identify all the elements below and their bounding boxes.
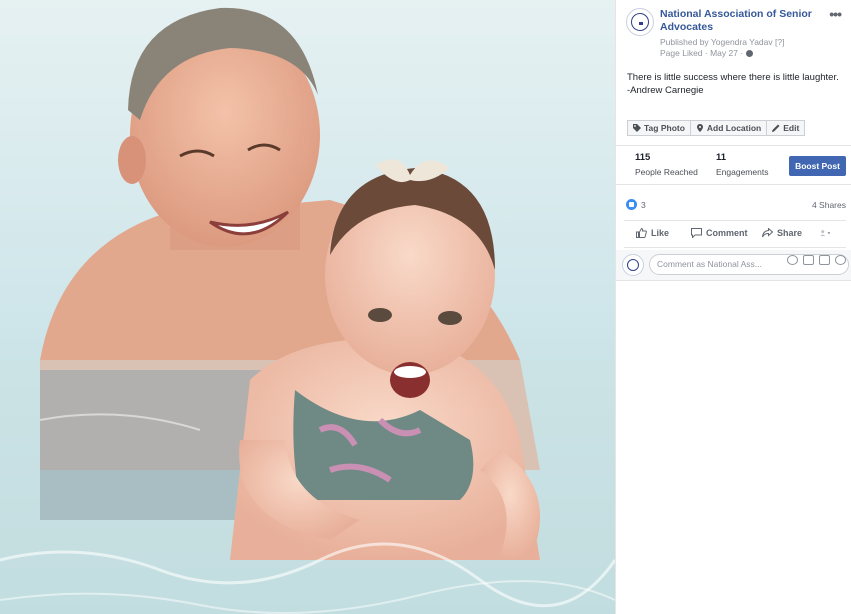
caption-line-2: -Andrew Carnegie xyxy=(627,85,704,96)
published-by: Published by Yogendra Yadav [?] xyxy=(660,37,785,47)
comment-button[interactable]: Comment xyxy=(691,228,748,238)
comment-label: Comment xyxy=(706,228,748,238)
engagements-value: 11 xyxy=(716,152,727,163)
comment-composer: Comment as National Ass... xyxy=(616,250,851,281)
tag-icon xyxy=(633,124,641,132)
comment-icon xyxy=(691,228,702,238)
post-insights: 115 People Reached 11 Engagements Boost … xyxy=(616,145,851,185)
people-reached-value: 115 xyxy=(635,152,651,163)
gif-icon[interactable] xyxy=(819,255,830,265)
reactions-summary: 3 4 Shares xyxy=(626,198,846,214)
post-photo[interactable] xyxy=(0,0,615,614)
more-options-button[interactable]: ••• xyxy=(829,7,842,21)
emoji-icon[interactable] xyxy=(787,255,798,265)
photo-actions: Tag Photo Add Location Edit xyxy=(627,120,806,136)
engagements-label: Engagements xyxy=(716,167,769,177)
like-button[interactable]: Like xyxy=(636,228,669,238)
comment-tools xyxy=(787,255,846,265)
audience-chevron-down-icon xyxy=(820,230,831,237)
sticker-icon[interactable] xyxy=(835,255,846,265)
engagements-stat[interactable]: 11 Engagements xyxy=(716,152,768,177)
shares-count[interactable]: 4 Shares xyxy=(812,200,846,210)
pencil-icon xyxy=(772,124,780,132)
camera-icon[interactable] xyxy=(803,255,814,265)
edit-button[interactable]: Edit xyxy=(767,120,806,136)
page-logo-icon xyxy=(631,13,649,31)
like-label: Like xyxy=(651,228,670,238)
action-bar: Like Comment Share xyxy=(624,220,846,248)
commenter-avatar[interactable] xyxy=(622,254,644,276)
page-avatar[interactable] xyxy=(626,8,654,36)
reaction-count[interactable]: 3 xyxy=(641,200,646,210)
share-label: Share xyxy=(777,228,803,238)
add-location-label: Add Location xyxy=(706,123,762,133)
location-pin-icon xyxy=(696,124,703,132)
post-meta: Page Liked · May 27 · xyxy=(660,48,754,59)
like-reaction-icon[interactable] xyxy=(626,199,637,210)
add-location-button[interactable]: Add Location xyxy=(690,120,768,136)
pool-photo-illustration xyxy=(0,0,615,614)
globe-icon[interactable] xyxy=(746,50,754,57)
share-button[interactable]: Share xyxy=(762,228,802,238)
tag-photo-button[interactable]: Tag Photo xyxy=(627,120,691,136)
boost-post-button[interactable]: Boost Post xyxy=(789,156,846,176)
thumbs-up-icon xyxy=(636,228,647,238)
post-header: National Association of Senior Advocates… xyxy=(626,7,845,60)
page-liked-date[interactable]: Page Liked · May 27 · xyxy=(660,48,743,58)
caption-line-1: There is little success where there is l… xyxy=(627,72,839,83)
post-sidebar: National Association of Senior Advocates… xyxy=(615,0,851,614)
edit-label: Edit xyxy=(783,123,800,133)
people-reached-label: People Reached xyxy=(635,167,698,177)
post-caption: There is little success where there is l… xyxy=(627,71,847,97)
page-name-link[interactable]: National Association of Senior Advocates xyxy=(660,8,820,34)
share-arrow-icon xyxy=(762,228,773,238)
people-reached-stat[interactable]: 115 People Reached xyxy=(635,152,698,177)
audience-selector[interactable] xyxy=(820,228,831,238)
tag-photo-label: Tag Photo xyxy=(644,123,685,133)
